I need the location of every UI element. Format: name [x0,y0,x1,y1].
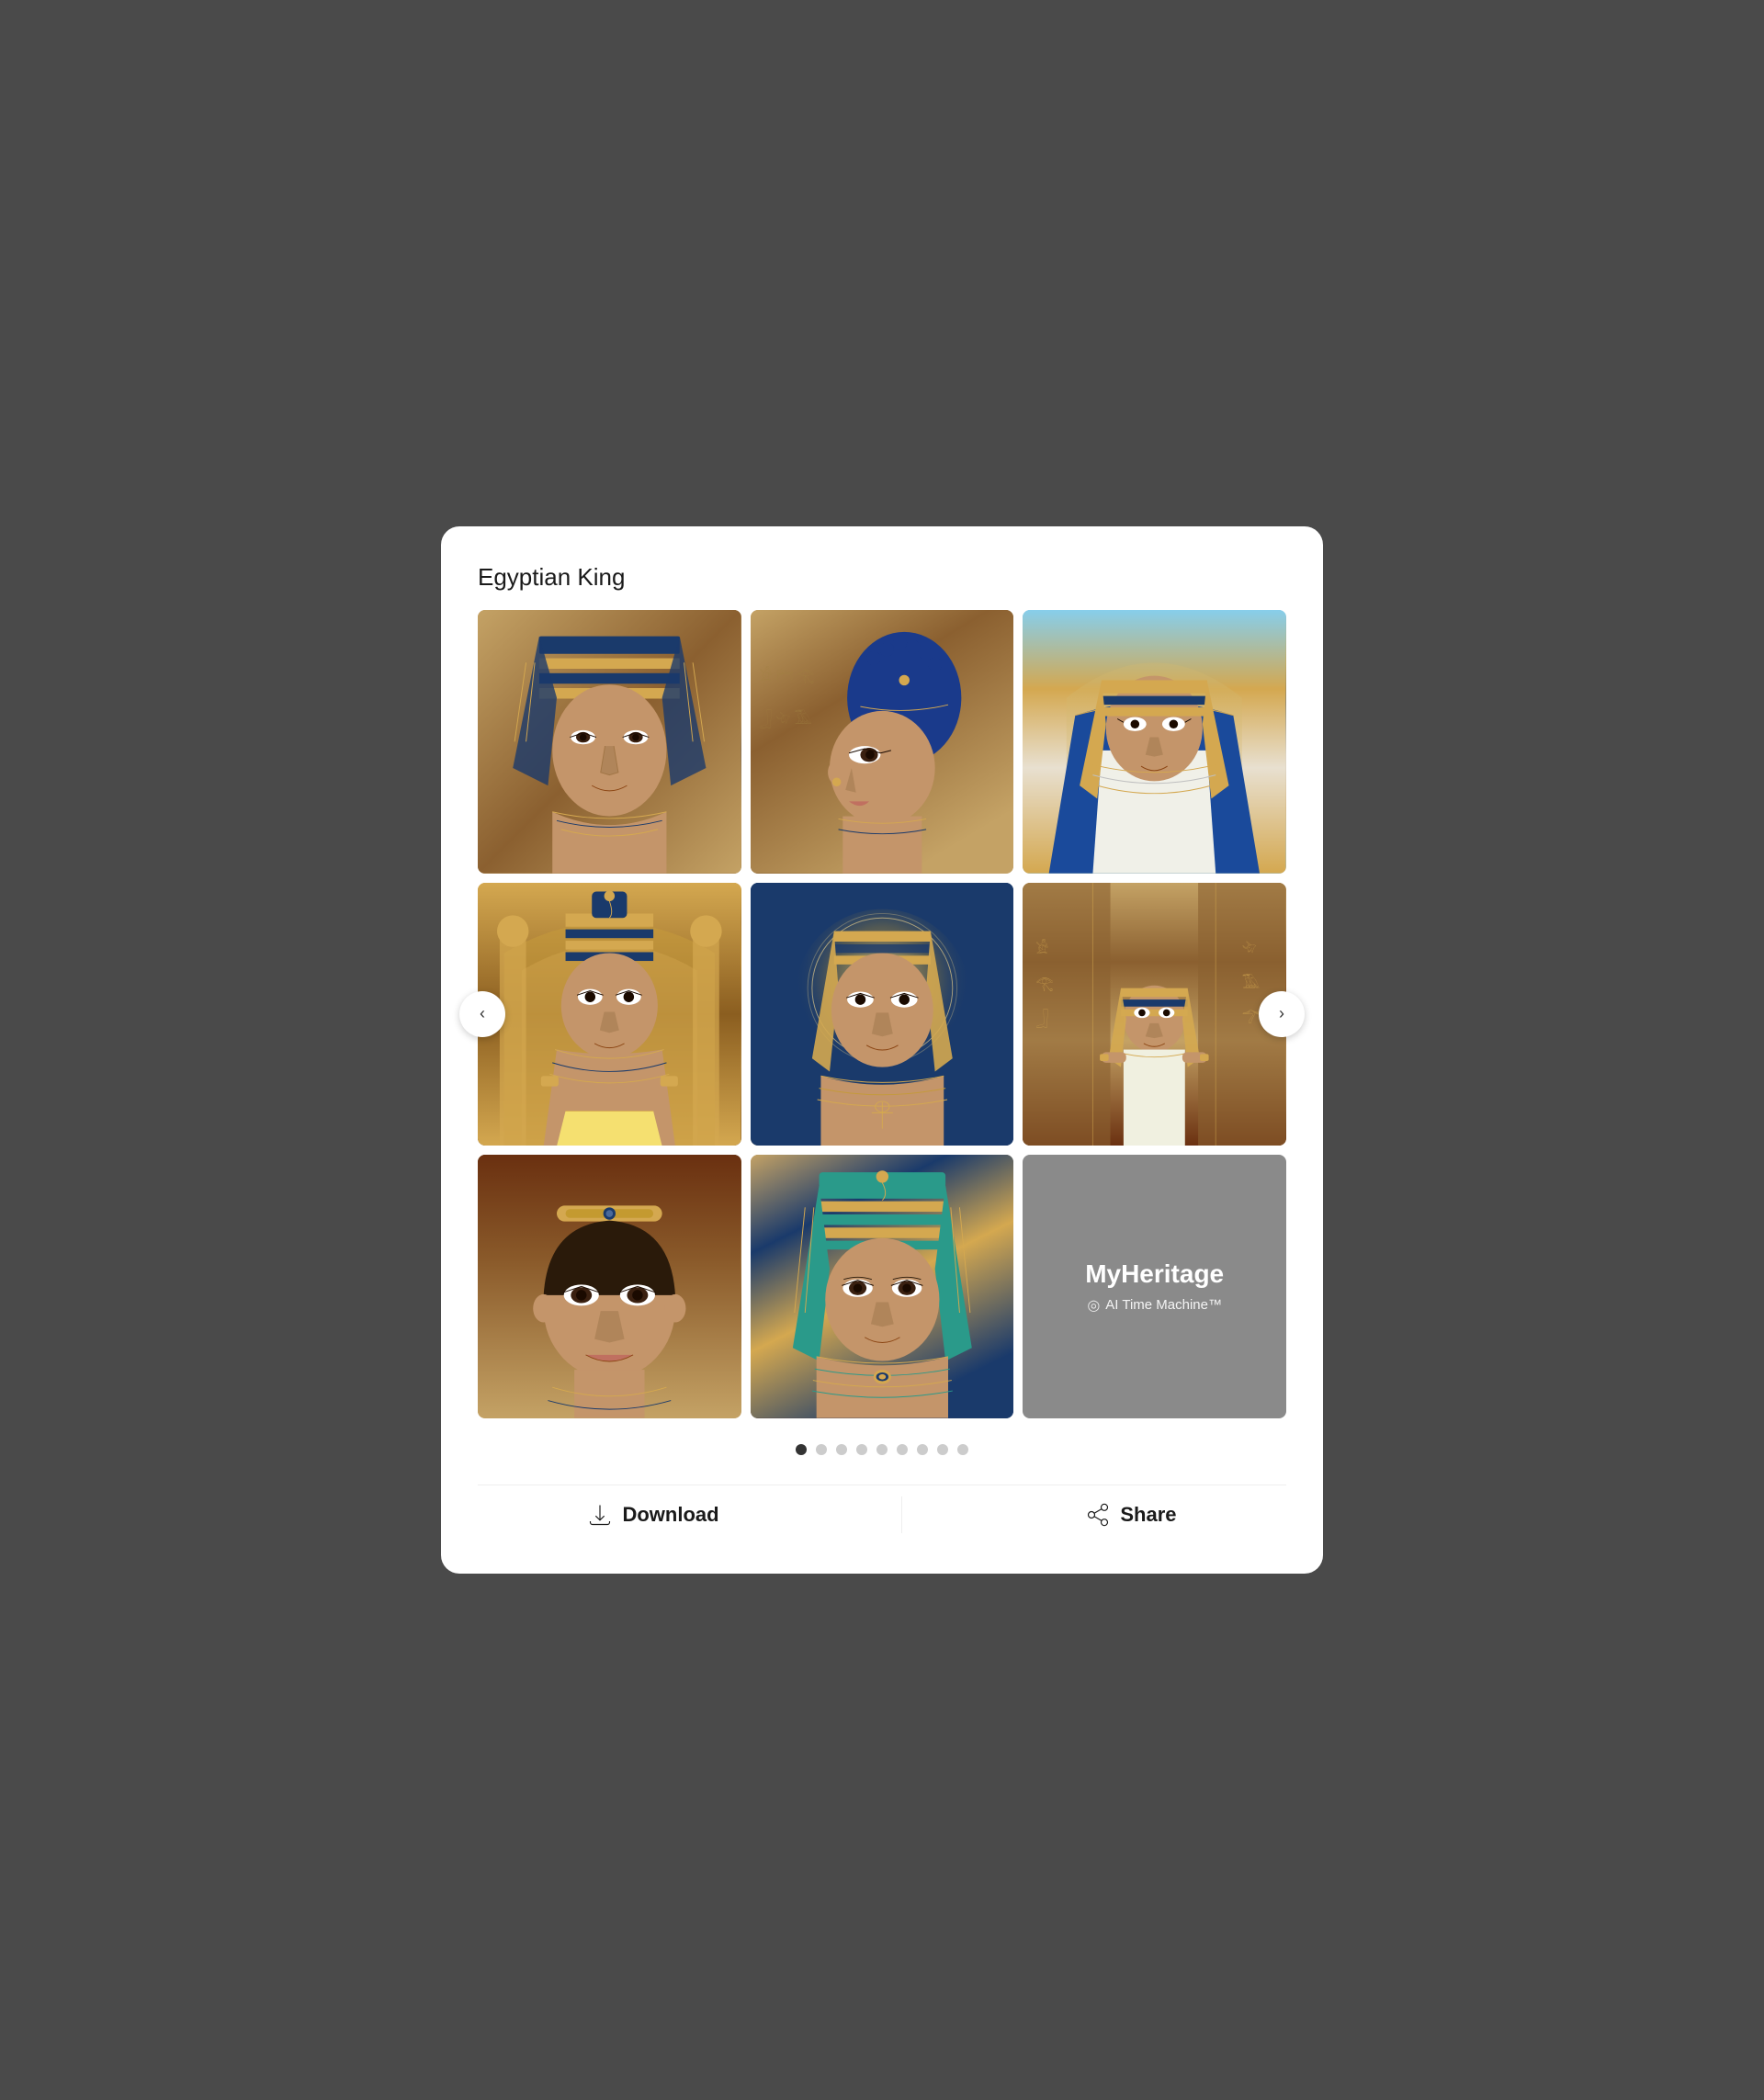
action-divider [901,1496,902,1533]
pharaoh-image-4 [478,883,741,1146]
share-icon [1085,1502,1111,1528]
image-cell-6: 𓀀 𓂀 𓃀 𓄀 𓅀 𓆀 [1023,883,1286,1146]
brand-icon: ◎ [1087,1296,1100,1315]
image-grid: 𓀀 𓁀 𓂀 𓃀 𓄀 𓅀 [478,610,1286,1418]
pharaoh-image-5 [751,883,1014,1146]
brand-subtitle-text: AI Time Machine™ [1105,1297,1222,1313]
download-button[interactable]: Download [550,1493,755,1537]
chevron-left-icon: ‹ [480,1004,485,1023]
brand-subtitle: ◎ AI Time Machine™ [1087,1296,1222,1315]
next-button[interactable]: › [1259,991,1305,1037]
pharaoh-image-7 [478,1155,741,1418]
pagination-dots [478,1444,1286,1455]
svg-text:𓂀: 𓂀 [1036,976,1054,991]
svg-text:𓄀: 𓄀 [1242,941,1257,956]
card-title: Egyptian King [478,563,1286,592]
chevron-right-icon: › [1279,1004,1284,1023]
dot-6[interactable] [897,1444,908,1455]
action-bar: Download Share [478,1485,1286,1537]
download-icon [587,1502,613,1528]
image-cell-2: 𓀀 𓁀 𓂀 𓃀 𓄀 𓅀 [751,610,1014,874]
dot-2[interactable] [816,1444,827,1455]
svg-text:𓃀 𓄀 𓅀: 𓃀 𓄀 𓅀 [759,709,811,728]
dot-5[interactable] [876,1444,888,1455]
pharaoh-image-1 [478,610,741,874]
prev-button[interactable]: ‹ [459,991,505,1037]
brand-cell: MyHeritage ◎ AI Time Machine™ [1023,1155,1286,1418]
brand-name: MyHeritage [1085,1259,1224,1289]
dot-7[interactable] [917,1444,928,1455]
image-cell-3 [1023,610,1286,874]
share-button[interactable]: Share [1048,1493,1213,1537]
image-cell-8 [751,1155,1014,1418]
image-cell-4 [478,883,741,1146]
pharaoh-image-3 [1023,610,1286,874]
svg-text:𓅀: 𓅀 [1242,973,1260,991]
svg-text:𓀀 𓁀 𓂀: 𓀀 𓁀 𓂀 [759,665,814,683]
dot-3[interactable] [836,1444,847,1455]
dot-4[interactable] [856,1444,867,1455]
pharaoh-image-6: 𓀀 𓂀 𓃀 𓄀 𓅀 𓆀 [1023,883,1286,1146]
dot-1[interactable] [796,1444,807,1455]
download-label: Download [622,1503,718,1527]
image-cell-1 [478,610,741,874]
pharaoh-image-2: 𓀀 𓁀 𓂀 𓃀 𓄀 𓅀 [751,610,1014,874]
dot-8[interactable] [937,1444,948,1455]
dot-9[interactable] [957,1444,968,1455]
image-cell-7 [478,1155,741,1418]
main-card: Egyptian King [441,526,1323,1574]
image-cell-5 [751,883,1014,1146]
svg-text:𓃀: 𓃀 [1036,1010,1049,1028]
svg-text:𓀀: 𓀀 [1036,938,1049,956]
pharaoh-image-8 [751,1155,1014,1418]
share-label: Share [1120,1503,1176,1527]
